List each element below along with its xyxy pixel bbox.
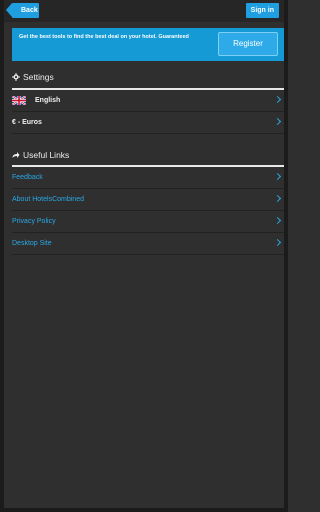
left-edge — [0, 0, 4, 512]
share-icon — [12, 152, 20, 158]
language-label: English — [35, 97, 61, 104]
sign-in-button[interactable]: Sign in — [245, 3, 279, 18]
header-bar: Back Sign in — [4, 0, 284, 22]
language-row[interactable]: English — [12, 90, 284, 112]
chevron-right-icon — [273, 95, 282, 104]
chevron-right-icon — [273, 238, 282, 247]
link-privacy-label: Privacy Policy — [12, 218, 56, 225]
link-desktop[interactable]: Desktop Site — [12, 233, 284, 255]
link-feedback[interactable]: Feedback — [12, 167, 284, 189]
promo-text: Get the best tools to find the best deal… — [19, 34, 189, 40]
currency-row[interactable]: € - Euros — [12, 112, 284, 134]
register-button[interactable]: Register — [218, 32, 278, 56]
settings-title: Settings — [23, 72, 54, 82]
useful-links-title: Useful Links — [23, 150, 70, 160]
promo-banner: Get the best tools to find the best deal… — [12, 28, 284, 61]
link-about-label: About HotelsCombined — [12, 196, 84, 203]
chevron-right-icon — [273, 194, 282, 203]
gear-icon — [12, 73, 20, 81]
link-desktop-label: Desktop Site — [12, 240, 52, 247]
right-edge — [284, 0, 288, 512]
chevron-right-icon — [273, 216, 282, 225]
uk-flag-icon — [12, 96, 26, 105]
chevron-right-icon — [273, 117, 282, 126]
app-frame: Back Sign in Get the best tools to find … — [0, 0, 288, 512]
useful-links-heading: Useful Links — [12, 150, 69, 160]
currency-label: € - Euros — [12, 119, 42, 126]
settings-heading: Settings — [12, 72, 54, 82]
bottom-edge — [0, 508, 288, 512]
link-feedback-label: Feedback — [12, 174, 43, 181]
link-privacy[interactable]: Privacy Policy — [12, 211, 284, 233]
link-about[interactable]: About HotelsCombined — [12, 189, 284, 211]
back-button[interactable]: Back — [6, 3, 39, 18]
chevron-right-icon — [273, 172, 282, 181]
